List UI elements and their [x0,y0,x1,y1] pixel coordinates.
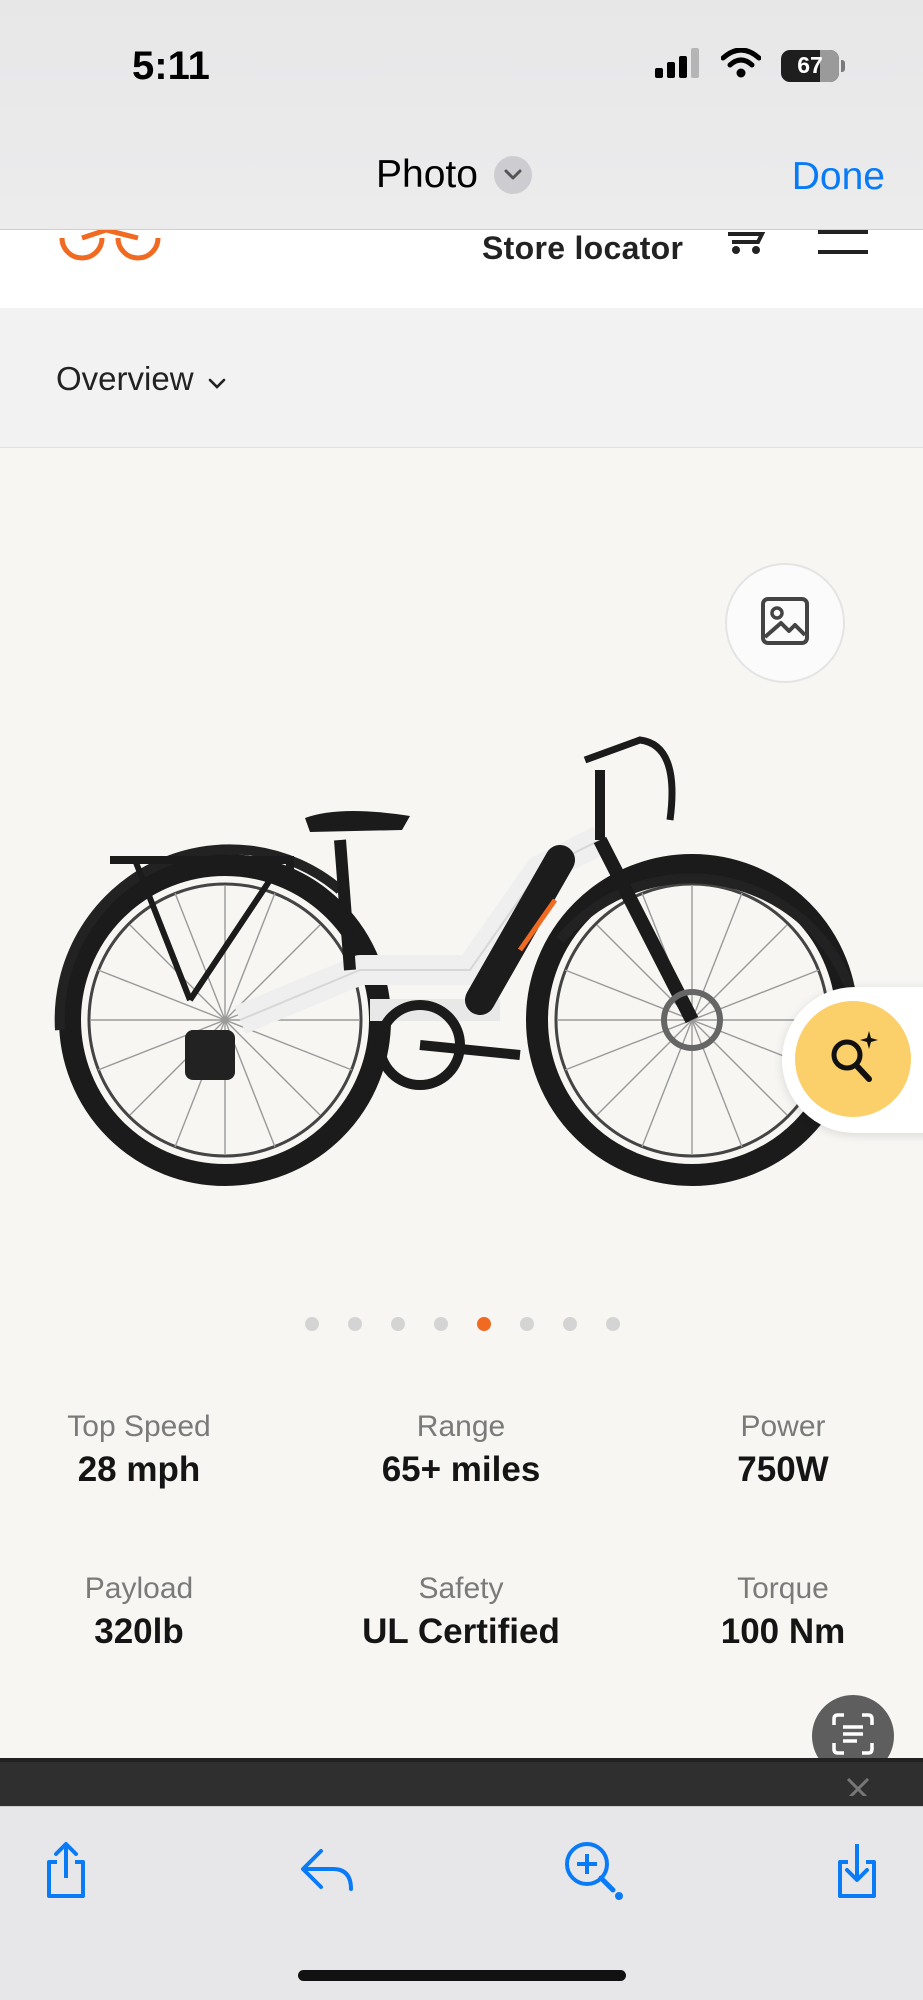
spec-safety: Safety UL Certified [311,1572,611,1652]
spec-label: Safety [418,1572,504,1605]
spec-value: 100 Nm [720,1612,846,1651]
spec-label: Range [416,1410,506,1443]
reply-icon [297,1845,357,1900]
reply-button[interactable] [292,1837,362,1907]
share-button[interactable] [31,1837,101,1907]
spec-top-speed: Top Speed 28 mph [0,1410,289,1490]
spec-power: Power 750W [633,1410,923,1490]
carousel-dot[interactable] [477,1317,491,1331]
spec-value: 65+ miles [381,1450,541,1489]
carousel-dot[interactable] [434,1317,448,1331]
brand-logo-icon[interactable] [56,227,164,271]
carousel-dot[interactable] [563,1317,577,1331]
spec-value: 750W [737,1450,829,1489]
download-icon [832,1840,882,1905]
spec-label: Power [740,1410,826,1443]
site-nav: Store locator [0,227,923,308]
status-icons: 67 [655,47,845,83]
spec-value: UL Certified [362,1612,560,1651]
gallery-button[interactable] [725,563,845,683]
close-icon[interactable] [845,1776,871,1801]
wifi-icon [720,47,762,83]
carousel-dot[interactable] [391,1317,405,1331]
product-image [40,700,870,1205]
status-and-header: 5:11 67 Photo Done [0,0,923,230]
cookie-banner [0,1758,923,1808]
share-icon [41,1840,91,1905]
bottom-toolbar [0,1806,923,2000]
menu-icon[interactable] [818,230,868,261]
status-time: 5:11 [132,44,210,88]
carousel-dot[interactable] [348,1317,362,1331]
carousel-dot[interactable] [305,1317,319,1331]
spec-torque: Torque 100 Nm [633,1572,923,1652]
cart-icon[interactable] [726,230,770,261]
overview-dropdown[interactable]: Overview [56,360,226,398]
spec-range: Range 65+ miles [311,1410,611,1490]
save-button[interactable] [822,1837,892,1907]
store-locator-link[interactable]: Store locator [482,230,683,267]
spec-value: 320lb [94,1612,184,1651]
image-icon [759,595,811,652]
spec-label: Payload [84,1572,194,1605]
chevron-down-icon [493,156,532,194]
spec-label: Torque [737,1572,829,1605]
home-indicator [298,1970,626,1981]
battery-level: 67 [797,52,823,78]
photo-title-menu[interactable]: Photo [376,153,532,197]
done-button[interactable]: Done [792,155,885,199]
spec-label: Top Speed [67,1410,211,1443]
zoom-in-icon [561,1838,625,1907]
carousel-dot[interactable] [520,1317,534,1331]
zoom-button[interactable] [558,1837,628,1907]
chevron-down-icon [208,360,226,398]
visual-lookup-panel [782,987,923,1133]
carousel-dot[interactable] [606,1317,620,1331]
signal-icon [655,48,701,83]
spec-value: 28 mph [77,1450,201,1489]
magnifier-sparkle-icon [825,1029,881,1090]
overview-label: Overview [56,360,194,397]
carousel-dots [305,1317,620,1331]
live-text-icon [830,1711,876,1762]
section-nav[interactable]: Overview [0,308,923,448]
spec-payload: Payload 320lb [0,1572,289,1652]
page-title: Photo [376,153,478,196]
battery-icon: 67 [781,49,845,82]
visual-lookup-button[interactable] [795,1001,911,1117]
